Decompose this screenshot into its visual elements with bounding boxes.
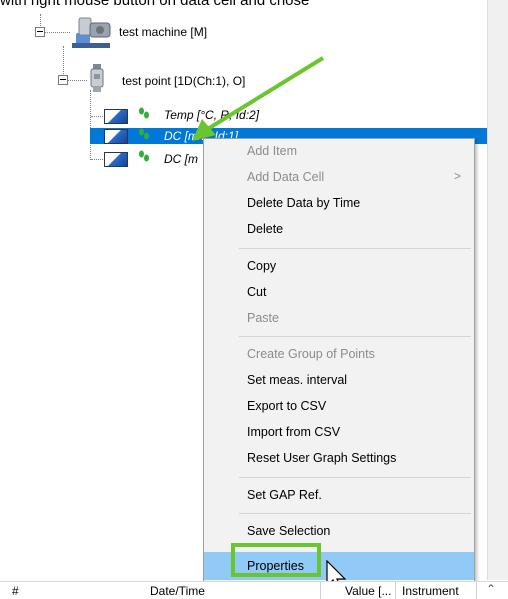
- menu-separator: [239, 336, 471, 337]
- point-expander[interactable]: [58, 75, 68, 85]
- menu-item-cut[interactable]: Cut: [204, 280, 474, 304]
- menu-item-create-group[interactable]: Create Group of Points: [204, 342, 474, 366]
- chart-icon: [104, 152, 128, 167]
- tree-vertical-scrollbar[interactable]: [487, 0, 508, 580]
- sensor-icon: [90, 64, 104, 92]
- footsteps-icon: [139, 150, 149, 162]
- column-header-number[interactable]: #: [12, 584, 19, 598]
- footsteps-icon: [139, 107, 149, 119]
- machine-expander[interactable]: [35, 27, 45, 37]
- menu-item-set-meas-interval[interactable]: Set meas. interval: [204, 368, 474, 392]
- menu-item-export-csv[interactable]: Export to CSV: [204, 394, 474, 418]
- chart-icon: [104, 129, 128, 144]
- menu-item-delete[interactable]: Delete: [204, 217, 474, 241]
- annotation-highlight-box: [231, 543, 321, 577]
- menu-separator: [239, 248, 471, 249]
- menu-item-reset-graph-settings[interactable]: Reset User Graph Settings: [204, 446, 474, 470]
- scroll-up-icon[interactable]: ⌃: [486, 582, 496, 596]
- menu-item-paste[interactable]: Paste: [204, 306, 474, 330]
- column-header-instrument[interactable]: Instrument: [402, 584, 459, 598]
- column-header-value[interactable]: Value [...: [345, 584, 391, 598]
- menu-item-import-csv[interactable]: Import from CSV: [204, 420, 474, 444]
- menu-item-add-item[interactable]: Add Item: [204, 139, 474, 163]
- menu-item-copy[interactable]: Copy: [204, 254, 474, 278]
- menu-separator: [239, 513, 471, 514]
- chart-icon: [104, 109, 128, 124]
- submenu-arrow-icon: >: [454, 169, 462, 183]
- menu-item-add-data-cell[interactable]: Add Data Cell >: [204, 165, 474, 189]
- column-header-datetime[interactable]: Date/Time: [150, 584, 205, 598]
- menu-separator: [239, 477, 471, 478]
- machine-node-label[interactable]: test machine [M]: [119, 25, 207, 39]
- menu-item-save-selection[interactable]: Save Selection: [204, 519, 474, 543]
- menu-item-delete-data-by-time[interactable]: Delete Data by Time: [204, 191, 474, 215]
- annotation-arrow-icon: [192, 56, 325, 141]
- machine-icon: [72, 17, 111, 48]
- context-menu: Add Item Add Data Cell > Delete Data by T…: [203, 138, 475, 583]
- data-table-header: # Date/Time Value [... Instrument ⌃: [0, 581, 508, 599]
- footsteps-icon: [139, 128, 149, 140]
- menu-item-set-gap-ref[interactable]: Set GAP Ref.: [204, 483, 474, 507]
- data-cell-label-dc[interactable]: DC [m: [164, 152, 198, 166]
